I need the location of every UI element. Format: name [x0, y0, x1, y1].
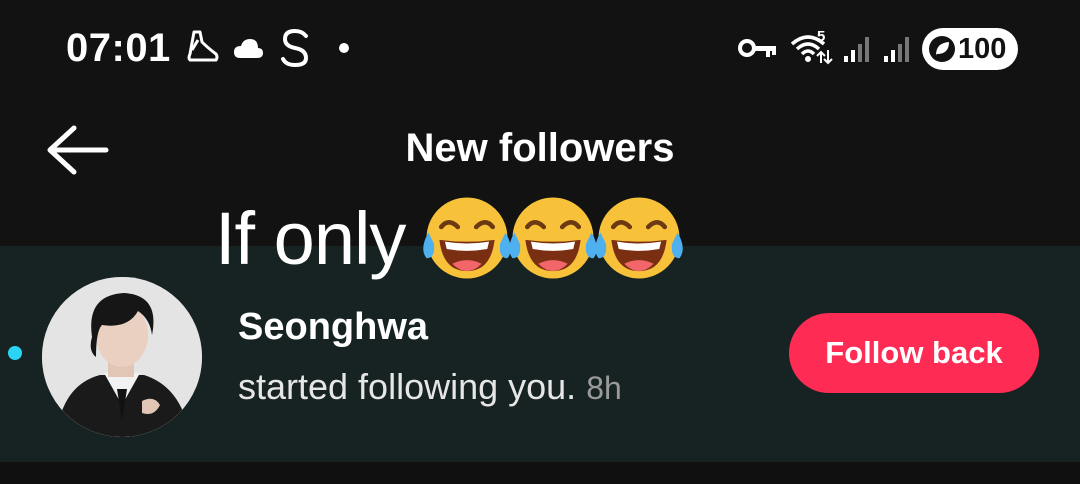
- leaf-icon: [929, 36, 955, 62]
- caption-text: If only: [215, 196, 406, 280]
- status-bar: 07:01 5 100: [0, 0, 1080, 100]
- battery-indicator: 100: [922, 28, 1018, 70]
- vpn-key-icon: [738, 39, 776, 57]
- activity-message: started following you.: [238, 366, 577, 407]
- notification-dot-icon: [339, 43, 349, 53]
- activity-text: started following you. 8h: [238, 366, 622, 408]
- unread-dot: [8, 346, 22, 360]
- signal-icon: [844, 37, 869, 62]
- laughing-emoji-icon: [509, 197, 598, 279]
- follow-back-button[interactable]: Follow back: [789, 313, 1039, 393]
- cloud-icon: [234, 39, 263, 58]
- emoji-group: [421, 192, 684, 284]
- follower-username[interactable]: Seonghwa: [238, 306, 428, 349]
- signal-icon: [884, 37, 909, 62]
- page-title: New followers: [405, 126, 675, 170]
- status-time: 07:01: [66, 26, 171, 70]
- wifi-badge: 5: [817, 28, 826, 45]
- s-app-icon: [281, 28, 309, 68]
- activity-timestamp: 8h: [586, 370, 622, 406]
- running-shoe-icon: [187, 30, 219, 62]
- avatar[interactable]: [42, 277, 202, 437]
- overlay-caption: If only: [215, 188, 684, 288]
- wifi-icon: [790, 35, 833, 65]
- battery-level: 100: [958, 32, 1007, 65]
- laughing-emoji-icon: [595, 197, 684, 279]
- list-divider: [0, 462, 1080, 484]
- laughing-emoji-icon: [423, 197, 512, 279]
